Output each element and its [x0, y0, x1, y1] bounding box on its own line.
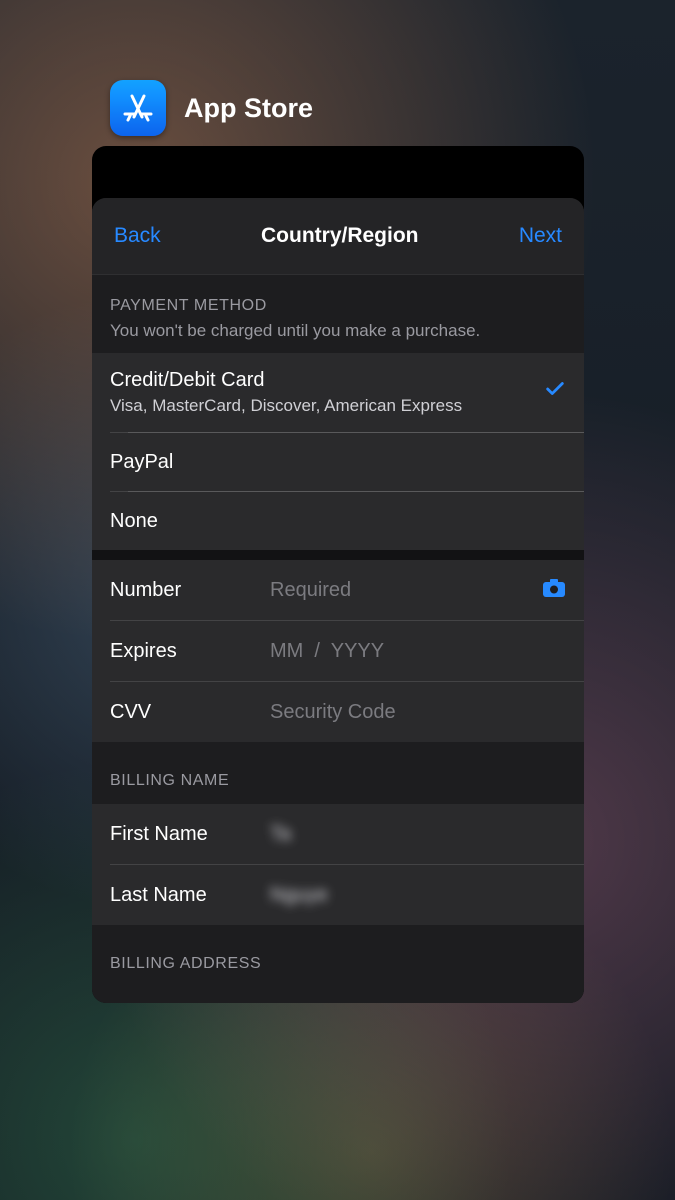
card-fields-group: Number Expires CVV [92, 560, 584, 742]
app-card[interactable]: Back Country/Region Next PAYMENT METHOD … [92, 146, 584, 1003]
camera-icon[interactable] [542, 578, 566, 603]
card-cvv-input[interactable] [270, 701, 566, 724]
method-none-row[interactable]: None [92, 492, 584, 550]
billing-name-header: BILLING NAME [92, 742, 584, 804]
navbar: Back Country/Region Next [92, 198, 584, 275]
app-switcher-header: App Store [110, 80, 313, 136]
billing-address-header: BILLING ADDRESS [92, 925, 584, 1003]
method-paypal-row[interactable]: PayPal [92, 433, 584, 491]
card-expires-input[interactable] [270, 640, 566, 663]
section-subtitle: You won't be charged until you make a pu… [110, 321, 566, 341]
first-name-row[interactable]: First Name Ta [92, 804, 584, 864]
app-title: App Store [184, 93, 313, 124]
expires-label: Expires [110, 640, 270, 663]
method-paypal-title: PayPal [110, 451, 566, 474]
method-card-title: Credit/Debit Card [110, 369, 544, 392]
number-label: Number [110, 579, 270, 602]
checkmark-icon [544, 378, 566, 407]
card-cvv-row[interactable]: CVV [92, 682, 584, 742]
last-name-value: Nguye [270, 884, 328, 907]
modal-sheet: Back Country/Region Next PAYMENT METHOD … [92, 198, 584, 1003]
method-none-title: None [110, 510, 566, 533]
method-card-subtitle: Visa, MasterCard, Discover, American Exp… [110, 396, 544, 416]
payment-method-group: Credit/Debit Card Visa, MasterCard, Disc… [92, 353, 584, 550]
billing-name-group: First Name Ta Last Name Nguye [92, 804, 584, 925]
method-card-row[interactable]: Credit/Debit Card Visa, MasterCard, Disc… [92, 353, 584, 432]
payment-method-header: PAYMENT METHOD You won't be charged unti… [92, 275, 584, 353]
section-title: PAYMENT METHOD [110, 297, 566, 315]
card-number-input[interactable] [270, 579, 542, 602]
last-name-label: Last Name [110, 884, 270, 907]
next-button[interactable]: Next [519, 224, 562, 248]
cvv-label: CVV [110, 701, 270, 724]
card-expires-row[interactable]: Expires [92, 621, 584, 681]
first-name-value: Ta [270, 823, 291, 846]
first-name-label: First Name [110, 823, 270, 846]
app-store-icon [110, 80, 166, 136]
last-name-row[interactable]: Last Name Nguye [92, 865, 584, 925]
nav-title: Country/Region [261, 224, 419, 248]
back-button[interactable]: Back [114, 224, 161, 248]
card-number-row[interactable]: Number [92, 560, 584, 620]
